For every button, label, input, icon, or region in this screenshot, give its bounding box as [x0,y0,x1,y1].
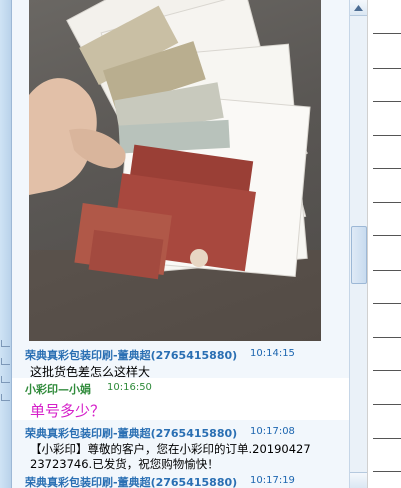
message-header: 荣典真彩包装印刷-董典超(2765415880) [25,347,237,363]
tree-connector-icon [1,358,10,365]
sender-name[interactable]: 荣典真彩包装印刷-董典超(2765415880) [25,349,237,362]
divider [373,235,401,236]
left-panel-edge [0,0,12,488]
message-time: 10:14:15 [250,348,295,359]
divider [373,438,401,439]
chat-scrollbar[interactable] [349,0,367,488]
divider [373,404,401,405]
divider [373,270,401,271]
message-header: 荣典真彩包装印刷-董典超(2765415880) [25,425,237,441]
divider [373,68,401,69]
message-time: 10:16:50 [107,382,152,393]
scroll-up-button[interactable] [350,0,367,16]
triangle-up-icon [354,4,363,11]
divider [373,33,401,34]
message-header: 荣典真彩包装印刷-董典超(2765415880) [25,474,237,488]
scroll-down-button[interactable] [350,472,367,488]
chat-history[interactable]: 荣典真彩包装印刷-董典超(2765415880) 10:14:15 这批货色差怎… [12,0,349,488]
divider [373,168,401,169]
divider [373,303,401,304]
tree-connector-icon [1,394,10,401]
divider [373,135,401,136]
divider [373,471,401,472]
message-time: 10:17:19 [250,475,295,486]
sender-name[interactable]: 荣典真彩包装印刷-董典超(2765415880) [25,427,237,440]
message-time: 10:17:08 [250,426,295,437]
shared-photo-image[interactable] [29,0,321,341]
message-text: 【小彩印】尊敬的客户，您在小彩印的订单.20190427 [30,442,311,456]
message-text: 23723746.已发货，祝您购物愉快！ [30,457,219,471]
tree-connector-icon [1,340,10,347]
scroll-thumb[interactable] [351,226,367,284]
divider [373,370,401,371]
color-swatch-photo [29,0,321,341]
message-text: 单号多少？ [30,402,106,420]
tree-connector-icon [1,376,10,383]
sender-name[interactable]: 荣典真彩包装印刷-董典超(2765415880) [25,476,237,488]
right-side-panel [367,0,401,488]
divider [373,202,401,203]
divider [373,337,401,338]
divider [373,101,401,102]
sender-name[interactable]: 小彩印—小娟 [25,383,91,396]
message-header: 小彩印—小娟 [25,381,91,397]
